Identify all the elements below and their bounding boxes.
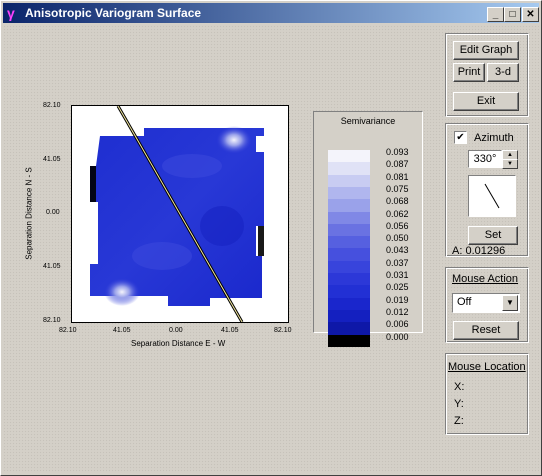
mouse-z-label: Z:	[454, 415, 464, 427]
high-semivariance-zone-sw	[104, 278, 140, 306]
legend-level-label: 0.012	[386, 306, 409, 317]
legend-level-label: 0.081	[386, 171, 409, 182]
print-button[interactable]: Print	[453, 63, 485, 82]
legend-level-label: 0.019	[386, 294, 409, 305]
mouse-action-select[interactable]: Off ▼	[452, 293, 520, 313]
mouse-y-label: Y:	[454, 398, 464, 410]
anisotropy-readout: A: 0.01296	[452, 245, 506, 257]
x-tick-4: 41.05	[221, 327, 239, 334]
maximize-button[interactable]: □	[504, 7, 521, 22]
minimize-button[interactable]: _	[487, 7, 504, 22]
y-tick-center: 0.00	[46, 209, 60, 216]
title-bar[interactable]: γ Anisotropic Variogram Surface _ □ ✕	[3, 3, 539, 23]
legend-swatch	[328, 285, 370, 299]
legend-level-label: 0.062	[386, 208, 409, 219]
y-tick-2: 41.05	[43, 156, 61, 163]
high-semivariance-zone-ne	[216, 126, 252, 154]
legend-level-label: 0.075	[386, 183, 409, 194]
legend-level-label: 0.031	[386, 270, 409, 280]
azimuth-angle-input[interactable]: 330°	[468, 150, 502, 168]
mouse-action-value: Off	[457, 296, 472, 308]
legend-swatch	[328, 223, 370, 237]
legend-swatch	[328, 273, 370, 286]
x-tick-right: 82.10	[274, 327, 292, 334]
chevron-down-icon[interactable]: ▼	[502, 295, 518, 311]
x-tick-left: 82.10	[59, 327, 77, 334]
azimuth-down-button[interactable]: ▼	[502, 159, 518, 169]
legend-swatch	[328, 322, 370, 335]
legend-swatch	[328, 334, 370, 348]
edit-graph-button[interactable]: Edit Graph	[453, 41, 519, 60]
semivariance-legend: Semivariance 0.093 0.087 0.081 0.075 0.068 0.…	[313, 111, 423, 348]
legend-level-label: 0.093	[386, 147, 409, 157]
y-tick-top: 82.10	[43, 102, 61, 109]
legend-level-label: 0.043	[386, 245, 409, 256]
x-tick-2: 41.05	[113, 327, 131, 334]
variogram-window: γ Anisotropic Variogram Surface _ □ ✕ 82…	[0, 0, 542, 476]
legend-level-label: 0.068	[386, 196, 409, 207]
legend-swatch	[328, 297, 370, 311]
close-button[interactable]: ✕	[522, 7, 539, 22]
y-tick-4: 41.05	[43, 263, 61, 270]
mouse-x-label: X:	[454, 381, 465, 393]
variogram-surface	[90, 106, 264, 322]
legend-swatch	[328, 211, 370, 225]
azimuth-preview-line	[484, 183, 500, 209]
legend-swatch	[328, 309, 370, 323]
legend-swatch	[328, 174, 370, 188]
y-tick-bottom: 82.10	[43, 317, 61, 324]
legend-swatch	[328, 150, 370, 163]
window-title: Anisotropic Variogram Surface	[25, 6, 202, 20]
legend-level-label: 0.056	[386, 220, 409, 231]
reset-button[interactable]: Reset	[453, 321, 519, 340]
legend-level-label: 0.006	[386, 319, 409, 330]
legend-swatch	[328, 186, 370, 200]
legend-swatch	[328, 236, 370, 249]
legend-level-label: 0.087	[386, 159, 409, 170]
legend-swatch	[328, 162, 370, 176]
legend-level-label: 0.050	[386, 233, 409, 244]
legend-level-label: 0.037	[386, 257, 409, 268]
azimuth-direction-preview	[468, 175, 516, 217]
azimuth-checkbox[interactable]: ✔	[454, 131, 467, 144]
legend-level-label: 0.025	[386, 282, 409, 293]
legend-swatch	[328, 260, 370, 274]
set-button[interactable]: Set	[468, 226, 518, 245]
legend-title: Semivariance	[340, 116, 396, 126]
variogram-plot[interactable]	[71, 105, 289, 323]
x-axis-label: Separation Distance E - W	[131, 339, 226, 348]
x-tick-center: 0.00	[169, 327, 183, 334]
legend-swatch	[328, 248, 370, 262]
legend-swatch	[328, 199, 370, 212]
legend-level-label: 0.000	[386, 331, 409, 342]
exit-button[interactable]: Exit	[453, 92, 519, 111]
y-axis-label: Separation Distance N - S	[24, 167, 34, 260]
azimuth-label: Azimuth	[474, 132, 514, 144]
3d-button[interactable]: 3-d	[487, 63, 519, 82]
gamma-app-icon: γ	[7, 5, 15, 21]
mouse-action-title: Mouse Action	[452, 273, 519, 285]
mouse-location-title: Mouse Location	[448, 361, 526, 373]
